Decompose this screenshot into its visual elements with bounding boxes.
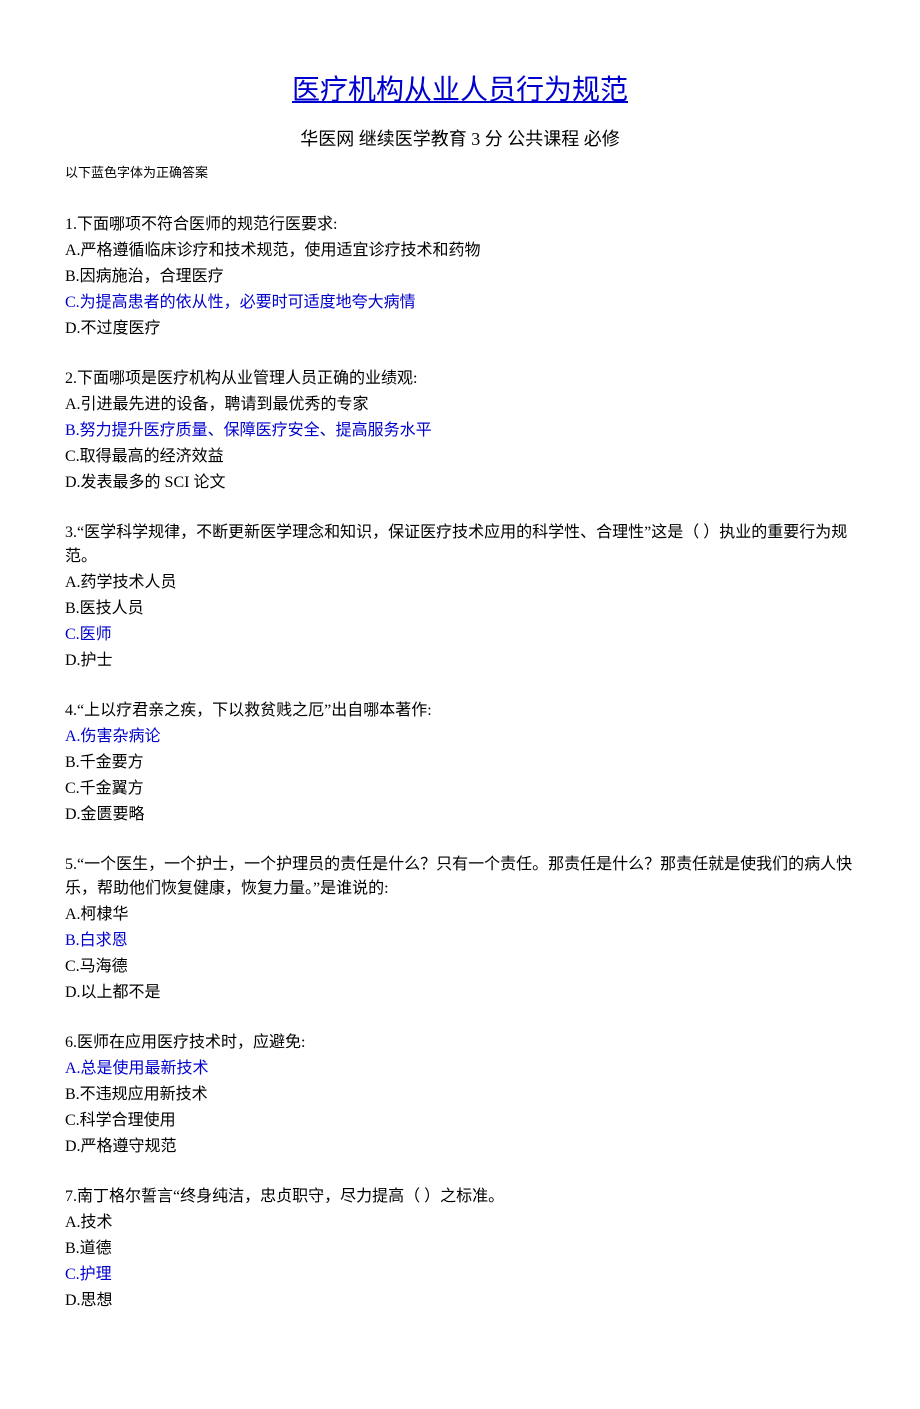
question-text: 5.“一个医生，一个护士，一个护理员的责任是什么？只有一个责任。那责任是什么？那…: [65, 853, 855, 901]
document-title: 医疗机构从业人员行为规范: [65, 70, 855, 112]
question-text: 4.“上以疗君亲之疾，下以救贫贱之厄”出自哪本著作:: [65, 699, 855, 723]
option: B.医技人员: [65, 597, 855, 621]
option-correct: C.为提高患者的依从性，必要时可适度地夸大病情: [65, 291, 855, 315]
question-block: 5.“一个医生，一个护士，一个护理员的责任是什么？只有一个责任。那责任是什么？那…: [65, 853, 855, 1005]
option: D.金匮要略: [65, 803, 855, 827]
option-correct: C.医师: [65, 623, 855, 647]
answer-note: 以下蓝色字体为正确答案: [65, 163, 855, 183]
option-correct: A.伤害杂病论: [65, 725, 855, 749]
question-block: 7.南丁格尔誓言“终身纯洁，忠贞职守，尽力提高（ ）之标准。A.技术B.道德C.…: [65, 1185, 855, 1313]
question-text: 2.下面哪项是医疗机构从业管理人员正确的业绩观:: [65, 367, 855, 391]
question-block: 4.“上以疗君亲之疾，下以救贫贱之厄”出自哪本著作:A.伤害杂病论B.千金要方C…: [65, 699, 855, 827]
option: D.严格遵守规范: [65, 1135, 855, 1159]
option: C.马海德: [65, 955, 855, 979]
option: B.因病施治，合理医疗: [65, 265, 855, 289]
questions-container: 1.下面哪项不符合医师的规范行医要求:A.严格遵循临床诊疗和技术规范，使用适宜诊…: [65, 213, 855, 1313]
question-block: 3.“医学科学规律，不断更新医学理念和知识，保证医疗技术应用的科学性、合理性”这…: [65, 521, 855, 673]
question-block: 2.下面哪项是医疗机构从业管理人员正确的业绩观:A.引进最先进的设备，聘请到最优…: [65, 367, 855, 495]
option: B.道德: [65, 1237, 855, 1261]
option: C.千金翼方: [65, 777, 855, 801]
question-text: 3.“医学科学规律，不断更新医学理念和知识，保证医疗技术应用的科学性、合理性”这…: [65, 521, 855, 569]
option-correct: B.努力提升医疗质量、保障医疗安全、提高服务水平: [65, 419, 855, 443]
option: D.发表最多的 SCI 论文: [65, 471, 855, 495]
option: B.千金要方: [65, 751, 855, 775]
question-text: 6.医师在应用医疗技术时，应避免:: [65, 1031, 855, 1055]
option: D.以上都不是: [65, 981, 855, 1005]
document-subtitle: 华医网 继续医学教育 3 分 公共课程 必修: [65, 126, 855, 153]
option: D.思想: [65, 1289, 855, 1313]
question-block: 1.下面哪项不符合医师的规范行医要求:A.严格遵循临床诊疗和技术规范，使用适宜诊…: [65, 213, 855, 341]
option: A.严格遵循临床诊疗和技术规范，使用适宜诊疗技术和药物: [65, 239, 855, 263]
option: D.不过度医疗: [65, 317, 855, 341]
option: D.护士: [65, 649, 855, 673]
option-correct: A.总是使用最新技术: [65, 1057, 855, 1081]
option: A.药学技术人员: [65, 571, 855, 595]
question-block: 6.医师在应用医疗技术时，应避免:A.总是使用最新技术B.不违规应用新技术C.科…: [65, 1031, 855, 1159]
question-text: 7.南丁格尔誓言“终身纯洁，忠贞职守，尽力提高（ ）之标准。: [65, 1185, 855, 1209]
option: B.不违规应用新技术: [65, 1083, 855, 1107]
option: A.柯棣华: [65, 903, 855, 927]
option-correct: B.白求恩: [65, 929, 855, 953]
option: C.取得最高的经济效益: [65, 445, 855, 469]
option: A.引进最先进的设备，聘请到最优秀的专家: [65, 393, 855, 417]
question-text: 1.下面哪项不符合医师的规范行医要求:: [65, 213, 855, 237]
option-correct: C.护理: [65, 1263, 855, 1287]
option: A.技术: [65, 1211, 855, 1235]
option: C.科学合理使用: [65, 1109, 855, 1133]
